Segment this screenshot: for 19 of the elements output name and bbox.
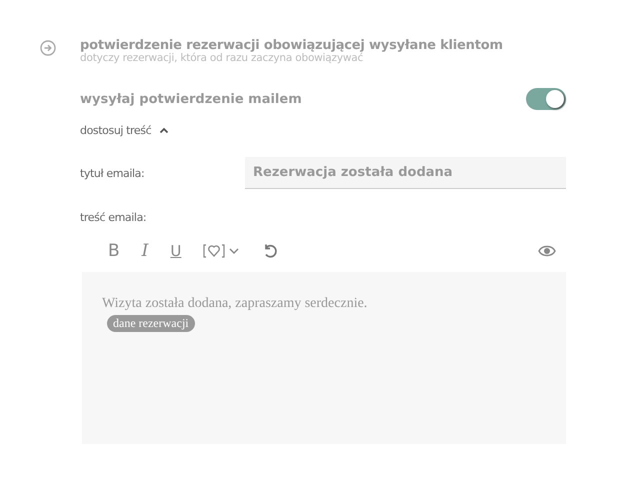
body-label: treść emaila: (80, 211, 148, 224)
undo-icon[interactable] (263, 243, 278, 259)
bold-button[interactable]: B (108, 241, 120, 261)
email-toggle[interactable] (526, 88, 566, 110)
arrow-circle-icon (40, 40, 56, 56)
underline-button[interactable]: U (170, 242, 182, 260)
toggle-label: wysyłaj potwierdzenie mailem (80, 92, 302, 106)
preview-eye-icon[interactable] (538, 244, 556, 258)
section-subtitle: dotyczy rezerwacji, która od razu zaczyna obowiązywać (80, 52, 364, 64)
subject-field[interactable]: Rezerwacja została dodana (245, 157, 566, 189)
caret-icon[interactable] (159, 127, 170, 134)
email-body-editor[interactable]: Wizyta została dodana, zapraszamy serdecznie. dane rezerwacji (82, 272, 566, 444)
placeholder-dropdown-icon[interactable] (203, 243, 242, 259)
subject-label: tytuł emaila: (80, 166, 146, 180)
italic-button[interactable]: I (142, 241, 148, 261)
email-body-text: Wizyta została dodana, zapraszamy serdecznie. (102, 296, 368, 312)
customize-link[interactable]: dostosuj treść (80, 124, 152, 137)
section-title: potwierdzenie rezerwacji obowiązującej wysyłane klientom (80, 38, 503, 53)
reservation-data-chip: dane rezerwacji (107, 315, 195, 332)
